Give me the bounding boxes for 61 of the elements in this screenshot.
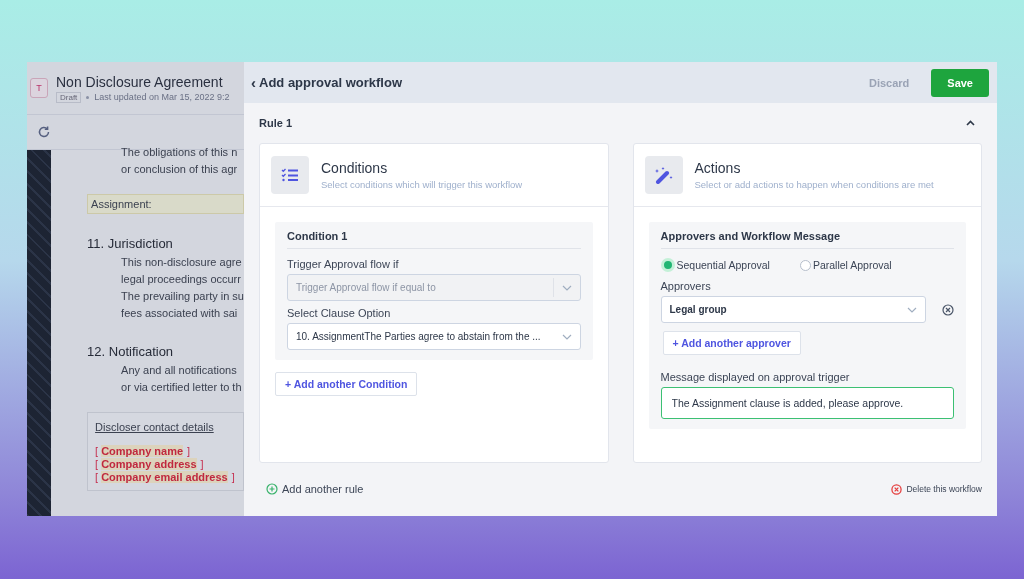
placeholder-tag[interactable]: Company name	[101, 445, 184, 457]
panel-title: Approvers and Workflow Message	[660, 230, 954, 249]
delete-workflow-button[interactable]: Delete this workflow	[884, 483, 982, 495]
document-title: Non Disclosure Agreement	[56, 73, 224, 90]
panel-title: Condition 1	[287, 230, 581, 249]
field-label: Message displayed on approval trigger	[660, 371, 851, 383]
remove-icon[interactable]	[942, 303, 954, 316]
plus-circle-icon	[266, 483, 278, 495]
dropdown-field: Trigger Approval flow if equal to	[287, 274, 581, 301]
field-label: Select Clause Option	[287, 307, 392, 319]
status-badge: Draft	[56, 91, 82, 103]
dropdown-field[interactable]: 10. AssignmentThe Parties agree to abstain from the ...	[287, 323, 581, 350]
document-text-line: The obligations of this n	[121, 145, 239, 160]
close-circle-icon	[891, 483, 903, 495]
document-field: Assignment:	[87, 194, 244, 214]
chevron-down-icon	[561, 333, 572, 340]
back-chevron[interactable]: ‹	[251, 74, 256, 91]
field-label: Approvers	[660, 280, 712, 292]
checklist-icon	[281, 168, 299, 182]
card-title: Conditions	[321, 160, 389, 176]
bracket: [	[95, 445, 99, 457]
document-text-line: Any and all notifications	[121, 363, 238, 378]
placeholder-tag[interactable]: Company email address	[101, 471, 228, 483]
bracket: ]	[187, 445, 191, 457]
dropdown-field[interactable]: Legal group	[660, 296, 926, 323]
section-heading: 12. Notification	[87, 344, 175, 359]
radio-label: Parallel Approval	[812, 259, 892, 271]
chevron-down-icon	[561, 284, 572, 291]
placeholder-tag[interactable]: Company address	[101, 458, 197, 470]
document-text-line: This non-disclosure agre	[121, 255, 243, 270]
radio-button[interactable]	[799, 259, 811, 271]
bracket: [	[95, 471, 99, 483]
magic-wand-icon	[653, 166, 674, 184]
section-heading: 11. Jurisdiction	[87, 236, 174, 251]
bracket: [	[95, 458, 99, 470]
document-text-line: The prevailing party in su	[121, 289, 244, 304]
refresh-icon[interactable]	[37, 125, 51, 139]
logo-badge: T	[30, 78, 48, 98]
card-subtitle: Select or add actions to happen when conditions are met	[694, 179, 934, 190]
drawer-title: Add approval workflow	[259, 75, 402, 90]
chevron-down-icon	[907, 306, 917, 313]
bracket: ]	[200, 458, 204, 470]
rule-title: Rule 1	[259, 117, 292, 129]
last-updated-text: Last updated on Mar 15, 2022 9:2	[94, 92, 230, 102]
field-label: Trigger Approval flow if	[287, 258, 400, 270]
bracket: ]	[231, 471, 235, 483]
add-approver-button[interactable]: + Add another approver	[662, 331, 801, 355]
radio-label: Sequential Approval	[676, 259, 770, 271]
add-condition-button[interactable]: + Add another Condition	[275, 372, 418, 396]
separator-dot	[86, 95, 90, 99]
chevron-icon[interactable]	[966, 120, 975, 126]
message-input[interactable]: The Assignment clause is added, please approve.	[660, 387, 954, 419]
contact-title: Discloser contact details	[95, 421, 215, 433]
card-subtitle: Select conditions which will trigger this workflow	[321, 179, 523, 190]
card-title: Actions	[694, 160, 742, 176]
add-rule-button[interactable]: Add another rule	[259, 483, 364, 495]
document-text-line: or via certified letter to th	[121, 380, 243, 395]
document-text-line: legal proceedings occurr	[121, 272, 242, 287]
document-text-line: fees associated with sai	[121, 306, 239, 321]
document-text-line: or conclusion of this agr	[121, 162, 239, 177]
save-button[interactable]: Save	[931, 68, 989, 97]
